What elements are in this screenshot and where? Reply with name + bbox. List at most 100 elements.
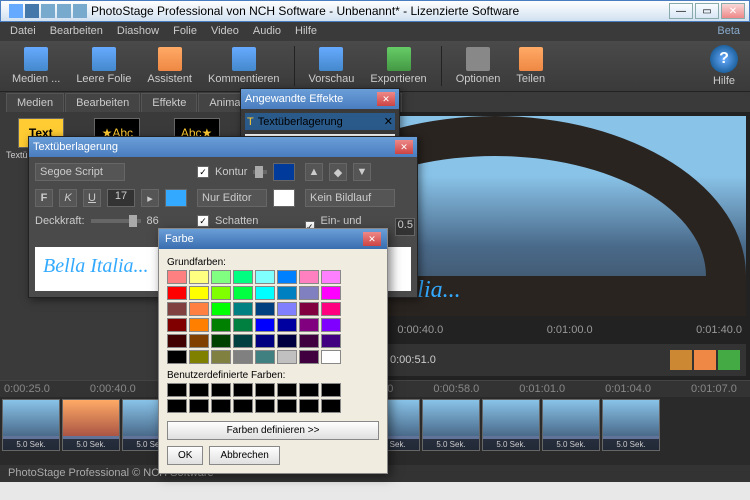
define-colors-button[interactable]: Farben definieren >> <box>167 421 379 440</box>
color-cell[interactable] <box>277 318 297 332</box>
editor-dropdown[interactable]: Nur Editor <box>197 189 267 207</box>
menu-audio[interactable]: Audio <box>247 23 287 39</box>
close-button[interactable]: ✕ <box>721 3 745 19</box>
menu-folie[interactable]: Folie <box>167 23 203 39</box>
tab-effekte[interactable]: Effekte <box>141 93 197 112</box>
teilen-button[interactable]: Teilen <box>510 45 551 87</box>
color-cell[interactable] <box>321 350 341 364</box>
medien-button[interactable]: Medien ... <box>6 45 66 87</box>
color-cell[interactable] <box>167 334 187 348</box>
kontur-color[interactable] <box>273 163 295 181</box>
tab-medien[interactable]: Medien <box>6 93 64 112</box>
color-cell[interactable] <box>277 302 297 316</box>
menu-video[interactable]: Video <box>205 23 245 39</box>
custom-color-cell[interactable] <box>321 383 341 397</box>
kontur-checkbox[interactable]: ✓ <box>197 166 209 178</box>
custom-color-cell[interactable] <box>299 399 319 413</box>
custom-color-cell[interactable] <box>255 399 275 413</box>
menu-datei[interactable]: Datei <box>4 23 42 39</box>
italic-button[interactable]: K <box>59 189 77 207</box>
leere-folie-button[interactable]: Leere Folie <box>70 45 137 87</box>
custom-color-cell[interactable] <box>233 399 253 413</box>
cancel-button[interactable]: Abbrechen <box>209 446 279 465</box>
color-cell[interactable] <box>189 350 209 364</box>
play-icon[interactable] <box>73 4 87 18</box>
color-cell[interactable] <box>211 270 231 284</box>
font-dropdown[interactable]: Segoe Script <box>35 163 125 181</box>
kommentieren-button[interactable]: Kommentieren <box>202 45 286 87</box>
custom-color-cell[interactable] <box>211 399 231 413</box>
color-cell[interactable] <box>167 318 187 332</box>
custom-color-cell[interactable] <box>233 383 253 397</box>
menu-hilfe[interactable]: Hilfe <box>289 23 323 39</box>
delete-button[interactable] <box>694 350 716 370</box>
color-cell[interactable] <box>211 318 231 332</box>
underline-button[interactable]: U <box>83 189 101 207</box>
color-cell[interactable] <box>211 350 231 364</box>
color-cell[interactable] <box>299 334 319 348</box>
color-cell[interactable] <box>277 270 297 284</box>
color-cell[interactable] <box>321 318 341 332</box>
color-cell[interactable] <box>299 286 319 300</box>
custom-color-cell[interactable] <box>189 383 209 397</box>
redo-icon[interactable] <box>57 4 71 18</box>
ok-button[interactable]: OK <box>167 446 203 465</box>
apply-button[interactable] <box>718 350 740 370</box>
color-cell[interactable] <box>167 302 187 316</box>
color-cell[interactable] <box>211 334 231 348</box>
color-cell[interactable] <box>255 350 275 364</box>
custom-color-cell[interactable] <box>167 399 187 413</box>
color-cell[interactable] <box>255 318 275 332</box>
menu-bearbeiten[interactable]: Bearbeiten <box>44 23 109 39</box>
align-center-button[interactable]: ◆ <box>329 163 347 181</box>
color-cell[interactable] <box>233 350 253 364</box>
custom-color-cell[interactable] <box>277 383 297 397</box>
color-cell[interactable] <box>189 334 209 348</box>
color-cell[interactable] <box>211 286 231 300</box>
color-cell[interactable] <box>255 302 275 316</box>
color-cell[interactable] <box>321 270 341 284</box>
color-cell[interactable] <box>167 350 187 364</box>
color-cell[interactable] <box>277 350 297 364</box>
close-icon[interactable]: ✕ <box>377 92 395 106</box>
close-icon[interactable]: ✕ <box>395 140 413 154</box>
editor-color[interactable] <box>273 189 295 207</box>
clip[interactable]: 5.0 Sek. <box>482 399 540 451</box>
color-cell[interactable] <box>321 286 341 300</box>
custom-color-cell[interactable] <box>299 383 319 397</box>
close-icon[interactable]: ✕ <box>363 232 381 246</box>
clip[interactable]: 5.0 Sek. <box>62 399 120 451</box>
color-cell[interactable] <box>321 302 341 316</box>
opacity-slider[interactable] <box>91 219 141 223</box>
hilfe-button[interactable]: ?Hilfe <box>704 43 744 89</box>
custom-color-cell[interactable] <box>189 399 209 413</box>
custom-color-cell[interactable] <box>277 399 297 413</box>
fade-value[interactable]: 0.5 <box>395 218 415 236</box>
minimize-button[interactable]: — <box>669 3 693 19</box>
bold-button[interactable]: F <box>35 189 53 207</box>
color-cell[interactable] <box>299 318 319 332</box>
text-color-swatch[interactable] <box>165 189 187 207</box>
color-cell[interactable] <box>189 270 209 284</box>
color-cell[interactable] <box>233 318 253 332</box>
save-icon[interactable] <box>25 4 39 18</box>
align-down-button[interactable]: ▼ <box>353 163 371 181</box>
color-cell[interactable] <box>189 302 209 316</box>
color-cell[interactable] <box>299 350 319 364</box>
color-cell[interactable] <box>211 302 231 316</box>
vorschau-button[interactable]: Vorschau <box>303 45 361 87</box>
clip[interactable]: 5.0 Sek. <box>602 399 660 451</box>
color-cell[interactable] <box>299 270 319 284</box>
kontur-slider[interactable] <box>253 170 267 174</box>
color-cell[interactable] <box>233 286 253 300</box>
color-cell[interactable] <box>321 334 341 348</box>
color-cell[interactable] <box>299 302 319 316</box>
exportieren-button[interactable]: Exportieren <box>364 45 432 87</box>
color-cell[interactable] <box>233 270 253 284</box>
clip[interactable]: 5.0 Sek. <box>422 399 480 451</box>
font-size-input[interactable]: 17 <box>107 189 135 207</box>
scroll-dropdown[interactable]: Kein Bildlauf <box>305 189 395 207</box>
custom-color-cell[interactable] <box>167 383 187 397</box>
undo-icon[interactable] <box>41 4 55 18</box>
custom-color-cell[interactable] <box>255 383 275 397</box>
